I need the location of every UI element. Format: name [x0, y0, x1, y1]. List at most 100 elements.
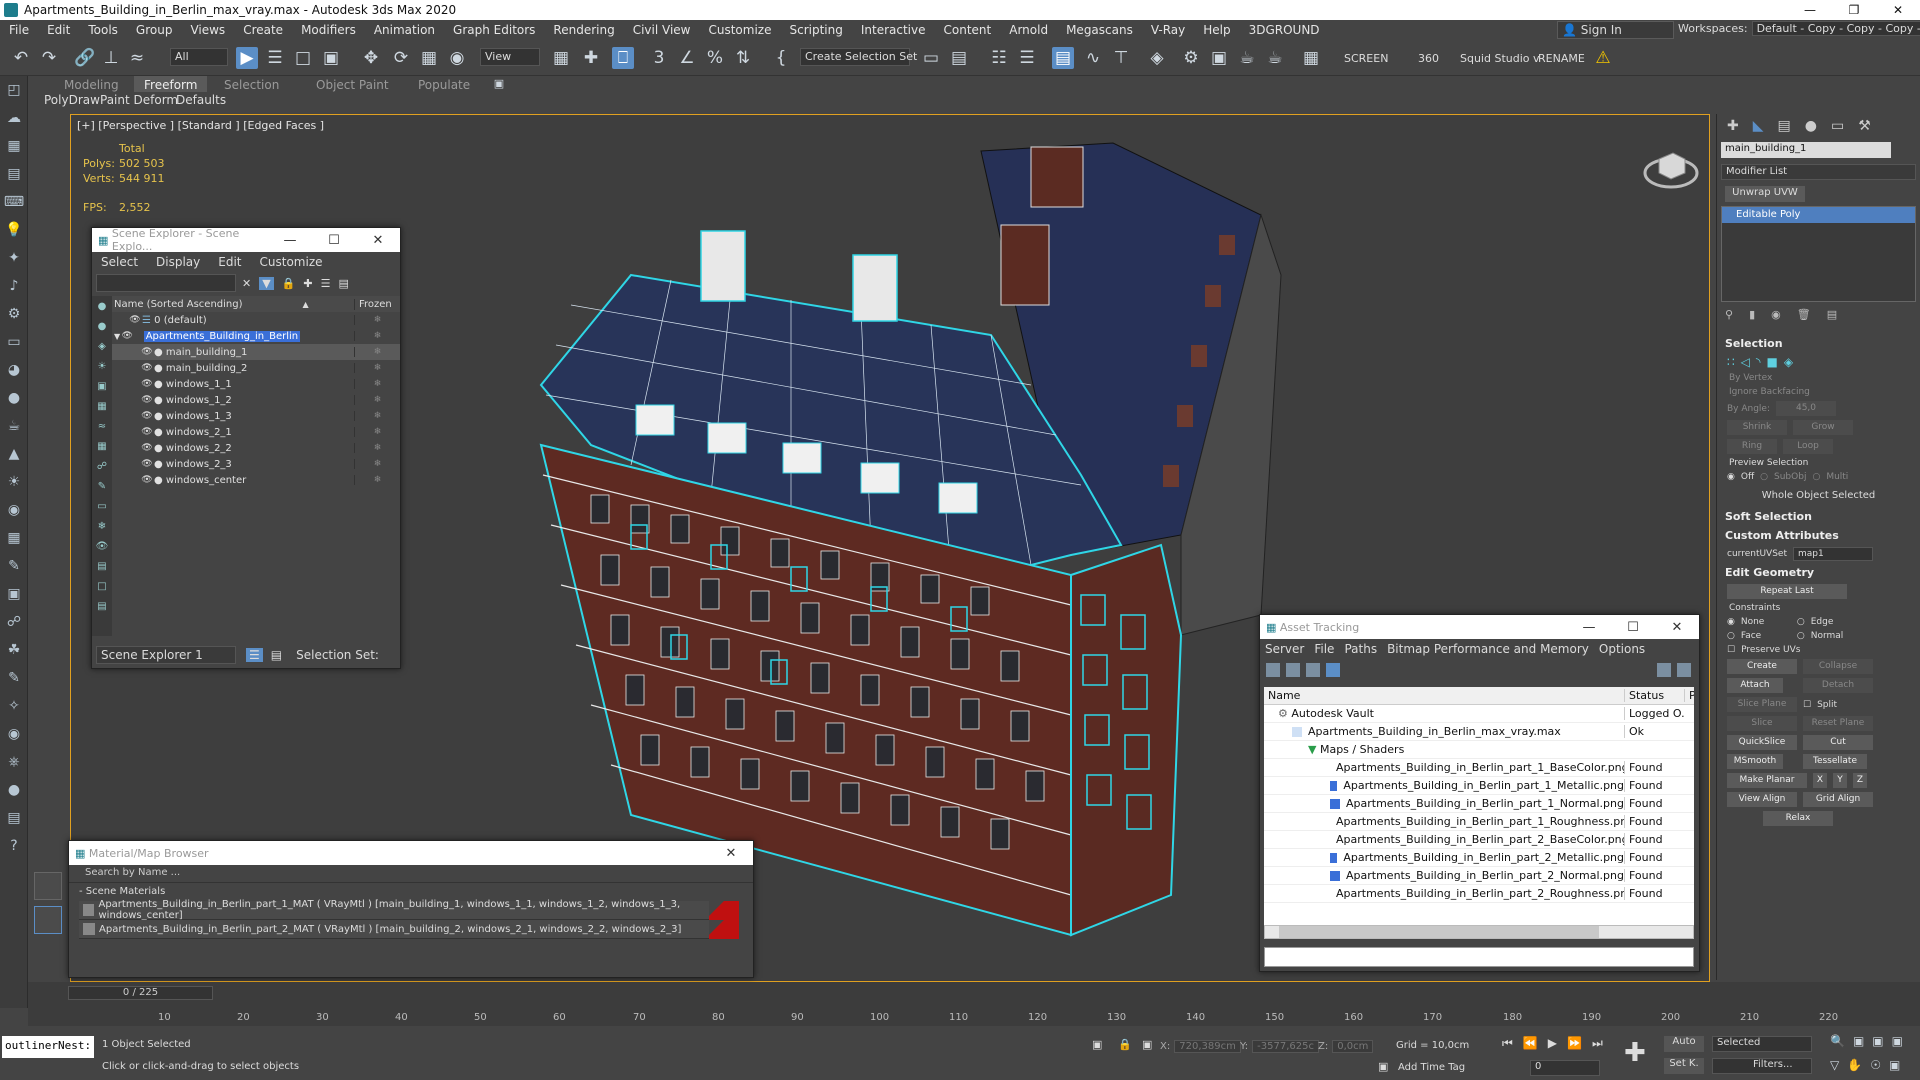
placement-icon[interactable]: ◉ — [446, 47, 468, 69]
loop-button[interactable]: Loop — [1783, 439, 1833, 454]
list-item[interactable]: 👁 ● windows_2_1 ❄ — [112, 424, 400, 440]
menu-edit[interactable]: Edit — [38, 23, 79, 37]
list-view-icon[interactable] — [1286, 663, 1300, 677]
ribbon-tab-selection[interactable]: Selection — [214, 76, 289, 92]
list-item[interactable]: 👁 ● windows_2_3 ❄ — [112, 456, 400, 472]
preview-subobj-radio[interactable]: ○ — [1760, 472, 1768, 482]
configure-sets-icon[interactable]: ▤ — [1827, 308, 1837, 324]
col-extra[interactable]: P — [1684, 689, 1694, 702]
set-key-button[interactable]: Set K. — [1664, 1058, 1704, 1074]
current-uvset-input[interactable]: map1 — [1793, 547, 1873, 561]
table-row[interactable]: Apartments_Building_in_Berlin_part_2_Nor… — [1264, 867, 1694, 885]
se-col-name[interactable]: Name (Sorted Ascending) — [114, 299, 243, 310]
grid-align-button[interactable]: Grid Align — [1803, 792, 1873, 807]
list-item[interactable]: 👁 ● windows_1_3 ❄ — [112, 408, 400, 424]
visibility-icon[interactable]: 👁 — [140, 443, 154, 453]
ribbon-sub-polydraw[interactable]: PolyDraw — [44, 93, 100, 107]
options-icon[interactable]: ▤ — [338, 277, 348, 290]
slice-button[interactable]: Slice — [1727, 716, 1797, 731]
ribbon-sub-defaults[interactable]: Defaults — [176, 93, 226, 107]
modifier-list-dropdown[interactable]: Modifier List — [1721, 164, 1916, 180]
soft-selection-rollout-header[interactable]: Soft Selection — [1717, 507, 1920, 526]
scene-explorer-icon[interactable]: ☷ — [988, 47, 1010, 69]
select-manipulate-icon[interactable]: ✚ — [580, 47, 602, 69]
link-icon[interactable]: 🔗 — [74, 47, 96, 69]
ring-button[interactable]: Ring — [1727, 439, 1777, 454]
se-col-frozen[interactable]: Frozen — [354, 298, 400, 310]
compass-icon[interactable]: ✧ — [0, 692, 28, 720]
key-mode-dropdown[interactable]: Selected — [1712, 1036, 1812, 1052]
remove-modifier-icon[interactable]: 🗑 — [1797, 308, 1811, 324]
edit-geometry-rollout-header[interactable]: Edit Geometry — [1717, 563, 1920, 582]
bones-icon[interactable]: ✎ — [92, 476, 112, 496]
filter-icon[interactable]: ▼ — [259, 276, 274, 290]
material-search-input[interactable]: Search by Name ... — [69, 865, 753, 883]
orb-icon[interactable]: ◉ — [0, 496, 28, 524]
refresh-icon[interactable] — [1266, 663, 1280, 677]
pan-icon[interactable]: ✋ — [1847, 1058, 1862, 1072]
list-item[interactable]: 👁 ● main_building_1 ❄ — [112, 344, 400, 360]
menu-modifiers[interactable]: Modifiers — [292, 23, 365, 37]
helpers-icon[interactable]: ▦ — [92, 396, 112, 416]
reference-coord-dropdown[interactable]: View — [480, 48, 540, 66]
at-menu-paths[interactable]: Paths — [1339, 642, 1382, 656]
cut-button[interactable]: Cut — [1803, 735, 1873, 750]
menu-group[interactable]: Group — [127, 23, 182, 37]
tessellate-button[interactable]: Tessellate — [1803, 754, 1867, 769]
list-item[interactable]: 👁 ● windows_1_2 ❄ — [112, 392, 400, 408]
create-tab-icon[interactable]: ✚ — [1727, 118, 1739, 134]
layer-mode-icon[interactable]: ☰ — [246, 648, 263, 662]
motion-tab-icon[interactable]: ● — [1805, 118, 1817, 134]
named-selection-set-dropdown[interactable]: Create Selection Set — [800, 48, 917, 66]
vault-icon[interactable] — [1657, 663, 1671, 677]
box-icon[interactable]: ▦ — [0, 132, 28, 160]
table-row[interactable]: Apartments_Building_in_Berlin_part_2_Bas… — [1264, 831, 1694, 849]
tree-view-icon[interactable] — [1306, 663, 1320, 677]
mirror-icon[interactable]: ▭ — [920, 47, 942, 69]
mb-close-button[interactable]: ✕ — [709, 846, 753, 861]
schematic-view-icon[interactable]: ⊤ — [1110, 47, 1132, 69]
visibility-icon[interactable]: 👁 — [140, 395, 154, 405]
sign-in-dropdown[interactable]: 👤 Sign In — [1557, 21, 1674, 39]
attach-button[interactable]: Attach — [1727, 678, 1783, 693]
msmooth-button[interactable]: MSmooth — [1727, 754, 1783, 769]
selection-rollout-header[interactable]: Selection — [1717, 334, 1920, 353]
table-row[interactable]: Apartments_Building_in_Berlin_part_1_Nor… — [1264, 795, 1694, 813]
screen-button[interactable]: SCREEN — [1344, 52, 1388, 65]
menu-customize[interactable]: Customize — [699, 23, 780, 37]
isolate-icon[interactable]: ▣ — [1092, 1038, 1102, 1051]
rotate-icon[interactable]: ⟳ — [390, 47, 412, 69]
ribbon-toggle-icon[interactable]: ▤ — [1052, 47, 1074, 69]
custom-attributes-rollout-header[interactable]: Custom Attributes — [1717, 526, 1920, 545]
se-menu-edit[interactable]: Edit — [209, 255, 250, 269]
at-menu-options[interactable]: Options — [1594, 642, 1650, 656]
snaps-toggle-icon[interactable]: 3 — [648, 47, 670, 69]
display-all-icon[interactable]: ● — [92, 296, 112, 316]
redo-icon[interactable]: ↷ — [38, 47, 60, 69]
material-row[interactable]: Apartments_Building_in_Berlin_part_2_MAT… — [79, 920, 739, 939]
xrefs-icon[interactable]: ☍ — [92, 456, 112, 476]
previous-frame-icon[interactable]: ⏪ — [1523, 1036, 1538, 1051]
timeline-ruler[interactable]: 10 20 30 40 50 60 70 80 90 100 110 120 130 140 150 160 1… — [98, 1012, 1898, 1026]
menu-views[interactable]: Views — [181, 23, 234, 37]
percent-snap-icon[interactable]: % — [704, 47, 726, 69]
by-angle-checkbox[interactable]: By Angle: — [1727, 404, 1770, 414]
visibility-icon[interactable]: 👁 — [140, 411, 154, 421]
menu-graph-editors[interactable]: Graph Editors — [444, 23, 544, 37]
orbit-icon[interactable]: ☉ — [1870, 1058, 1881, 1072]
layers-icon[interactable]: ☰ — [321, 277, 331, 290]
table-row[interactable]: Apartments_Building_in_Berlin_part_1_Met… — [1264, 777, 1694, 795]
preview-off-radio[interactable]: ◉ — [1727, 472, 1735, 482]
restore-button[interactable]: ❐ — [1832, 3, 1876, 17]
workspaces-dropdown[interactable]: Default - Copy - Copy - Copy - Copy — [1751, 21, 1920, 36]
lock-icon[interactable]: 🔒 — [282, 277, 296, 290]
zoom-icon[interactable]: 🔍 — [1830, 1034, 1845, 1048]
stack-item-editable-poly[interactable]: Editable Poly — [1722, 207, 1915, 223]
element-icon[interactable]: ◈ — [1784, 355, 1793, 369]
table-row[interactable]: ▼ Maps / Shaders — [1264, 741, 1694, 759]
ribbon-sub-paint-deform[interactable]: Paint Deform — [100, 93, 178, 107]
frozen-toggle-icon[interactable]: ❄ — [354, 331, 400, 341]
slice-plane-button[interactable]: Slice Plane — [1727, 697, 1797, 712]
field-of-view-icon[interactable]: ▽ — [1830, 1058, 1839, 1072]
frozen-toggle-icon[interactable]: ❄ — [354, 395, 400, 405]
